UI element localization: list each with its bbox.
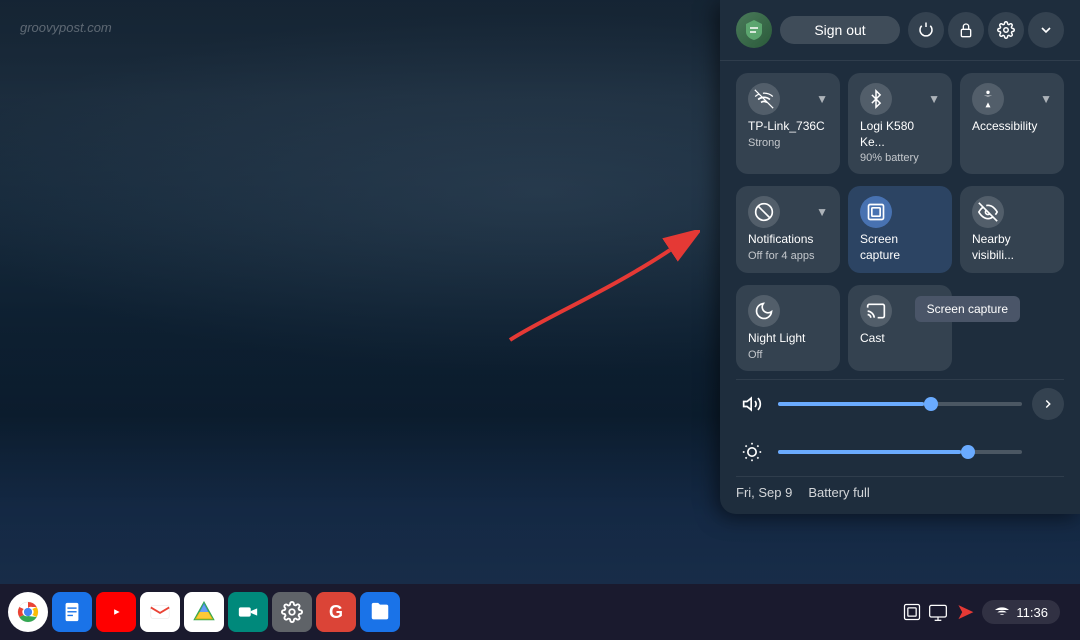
- taskbar: G ➤ 11:36: [0, 584, 1080, 640]
- taskbar-display-icon: [928, 602, 948, 622]
- screen-capture-tile[interactable]: Screen capture: [848, 186, 952, 273]
- footer-battery: Battery full: [808, 485, 869, 500]
- nearby-label: Nearby visibili...: [972, 232, 1052, 263]
- taskbar-g[interactable]: G: [316, 592, 356, 632]
- notifications-icon: [748, 196, 780, 228]
- night-light-sublabel: Off: [748, 349, 762, 361]
- watermark: groovypost.com: [20, 20, 112, 35]
- wifi-tile[interactable]: ▼ TP-Link_736C Strong: [736, 73, 840, 174]
- bluetooth-tile-header: ▼: [860, 83, 940, 115]
- empty-tile-3: [960, 285, 1064, 371]
- volume-track[interactable]: [778, 402, 1022, 406]
- cast-tile-header: ▼: [860, 295, 940, 327]
- taskbar-apps: G: [8, 592, 890, 632]
- nearby-icon: [972, 196, 1004, 228]
- panel-footer: Fri, Sep 9 Battery full: [720, 477, 1080, 514]
- taskbar-status-icons: [902, 602, 948, 622]
- tiles-row-1: ▼ TP-Link_736C Strong ▼ Logi K580 Ke... …: [720, 61, 1080, 186]
- night-light-tile[interactable]: Night Light Off: [736, 285, 840, 371]
- bluetooth-sublabel: 90% battery: [860, 152, 919, 164]
- taskbar-gmail[interactable]: [140, 592, 180, 632]
- accessibility-tile[interactable]: ▼ Accessibility: [960, 73, 1064, 174]
- power-button[interactable]: [908, 12, 944, 48]
- accessibility-label: Accessibility: [972, 119, 1037, 135]
- taskbar-capture-icon: [902, 602, 922, 622]
- volume-icon: [736, 388, 768, 420]
- tiles-row-3: Night Light Off ▼ Cast: [720, 285, 1080, 379]
- nearby-visibility-tile[interactable]: Nearby visibili...: [960, 186, 1064, 273]
- wifi-label: TP-Link_736C: [748, 119, 825, 135]
- bluetooth-tile[interactable]: ▼ Logi K580 Ke... 90% battery: [848, 73, 952, 174]
- notifications-tile-header: ▼: [748, 196, 828, 228]
- brightness-track[interactable]: [778, 450, 1022, 454]
- brightness-slider-row: [720, 428, 1080, 476]
- night-light-header: [748, 295, 828, 327]
- bluetooth-arrow: ▼: [928, 92, 940, 106]
- taskbar-wifi-icon: [994, 604, 1010, 620]
- cast-icon: [860, 295, 892, 327]
- screen-capture-icon: [860, 196, 892, 228]
- taskbar-files[interactable]: [360, 592, 400, 632]
- nearby-tile-header: [972, 196, 1052, 228]
- notifications-label: Notifications: [748, 232, 813, 248]
- settings-button[interactable]: [988, 12, 1024, 48]
- volume-fill: [778, 402, 924, 406]
- taskbar-meet[interactable]: [228, 592, 268, 632]
- volume-expand-button[interactable]: [1032, 388, 1064, 420]
- taskbar-chrome[interactable]: [8, 592, 48, 632]
- wifi-icon: [748, 83, 780, 115]
- accessibility-tile-header: ▼: [972, 83, 1052, 115]
- bluetooth-icon: [860, 83, 892, 115]
- accessibility-icon: [972, 83, 1004, 115]
- brightness-thumb[interactable]: [961, 445, 975, 459]
- panel-header: Sign out: [720, 0, 1080, 61]
- sign-out-button[interactable]: Sign out: [780, 16, 900, 44]
- taskbar-red-arrow: ➤: [956, 599, 974, 625]
- cast-tile[interactable]: ▼ Cast: [848, 285, 952, 371]
- taskbar-youtube[interactable]: [96, 592, 136, 632]
- wifi-arrow: ▼: [816, 92, 828, 106]
- taskbar-right: ➤ 11:36: [890, 599, 1072, 625]
- brightness-icon: [736, 436, 768, 468]
- taskbar-docs[interactable]: [52, 592, 92, 632]
- tiles-row-2: ▼ Notifications Off for 4 apps Screen ca…: [720, 186, 1080, 285]
- notifications-tile[interactable]: ▼ Notifications Off for 4 apps: [736, 186, 840, 273]
- expand-button[interactable]: [1028, 12, 1064, 48]
- screen-capture-tile-header: [860, 196, 940, 228]
- footer-date: Fri, Sep 9: [736, 485, 792, 500]
- cast-label: Cast: [860, 331, 885, 347]
- taskbar-time: 11:36: [1016, 605, 1048, 620]
- taskbar-settings[interactable]: [272, 592, 312, 632]
- quick-settings-panel: Sign out: [720, 0, 1080, 514]
- wifi-sublabel: Strong: [748, 137, 780, 149]
- taskbar-drive[interactable]: [184, 592, 224, 632]
- notifications-sublabel: Off for 4 apps: [748, 250, 814, 262]
- night-light-label: Night Light: [748, 331, 805, 347]
- accessibility-arrow: ▼: [1040, 92, 1052, 106]
- taskbar-status-area[interactable]: 11:36: [982, 600, 1060, 624]
- cast-arrow: ▼: [928, 304, 940, 318]
- night-light-icon: [748, 295, 780, 327]
- volume-thumb[interactable]: [924, 397, 938, 411]
- wifi-tile-header: ▼: [748, 83, 828, 115]
- brightness-fill: [778, 450, 961, 454]
- bluetooth-label: Logi K580 Ke...: [860, 119, 940, 150]
- screen-capture-label: Screen capture: [860, 232, 940, 263]
- header-icons: [908, 12, 1064, 48]
- lock-button[interactable]: [948, 12, 984, 48]
- volume-slider-row: [720, 380, 1080, 428]
- user-avatar: [736, 12, 772, 48]
- notifications-arrow: ▼: [816, 205, 828, 219]
